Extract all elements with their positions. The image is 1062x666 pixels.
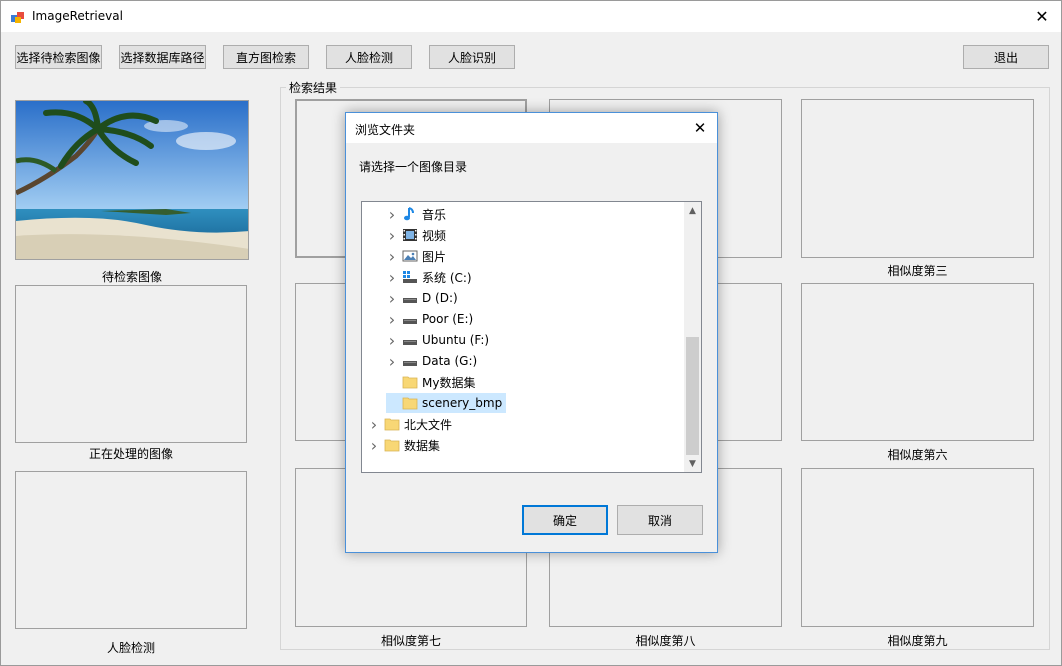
select-query-image-button[interactable]: 选择待检索图像 [15,45,102,69]
tree-item[interactable]: My数据集 [386,372,475,392]
tree-item[interactable]: › 视频 [386,225,446,245]
tree-item-label: 系统 (C:) [422,270,472,285]
tree-item[interactable]: › 系统 (C:) [386,267,472,287]
select-database-path-button[interactable]: 选择数据库路径 [119,45,206,69]
tree-item-label: Data (G:) [422,354,478,368]
tree-item-label: 北大文件 [404,417,453,432]
picture-icon [402,249,418,263]
histogram-retrieval-button[interactable]: 直方图检索 [223,45,309,69]
results-group-title: 检索结果 [286,79,341,96]
chevron-right-icon [386,376,398,388]
tree-item[interactable]: › D (D:) [386,288,458,308]
ok-button[interactable]: 确定 [522,505,608,535]
face-detection-caption: 人脸检测 [106,641,155,655]
scroll-down-icon[interactable]: ▼ [684,455,701,472]
folder-tree[interactable]: › 音乐 › 视频 › 图片 › 系统 (C:) › D (D:) › Poor (E:) › Ubunt… [361,201,702,473]
result-caption-9: 相似度第九 [887,634,948,648]
face-detection-button[interactable]: 人脸检测 [326,45,412,69]
exit-button[interactable]: 退出 [963,45,1049,69]
tree-item[interactable]: › 北大文件 [368,414,452,434]
chevron-right-icon[interactable]: › [386,268,398,287]
system-drive-icon [402,270,418,284]
face-recognition-button[interactable]: 人脸识别 [429,45,515,69]
result-caption-8: 相似度第八 [635,634,696,648]
folder-icon [384,417,400,431]
folder-icon [402,375,418,389]
tree-item[interactable]: › Ubuntu (F:) [386,330,489,350]
drive-icon [402,333,418,347]
dialog-title-bar: 浏览文件夹 ✕ [346,113,717,143]
scroll-thumb[interactable] [686,337,699,455]
result-caption-3: 相似度第三 [887,264,948,278]
cancel-button[interactable]: 取消 [617,505,703,535]
result-frame-6 [801,283,1034,441]
query-image [15,100,249,260]
result-frame-9 [801,468,1034,627]
tree-item[interactable]: › Data (G:) [386,351,477,371]
tree-item-label: Ubuntu (F:) [422,333,490,347]
tree-item-label: scenery_bmp [422,396,503,410]
chevron-right-icon[interactable]: › [368,415,380,434]
tree-item[interactable]: › 数据集 [368,435,440,455]
tree-item-label: 图片 [422,249,447,264]
chevron-right-icon[interactable]: › [386,331,398,350]
chevron-right-icon [386,397,398,409]
dialog-title: 浏览文件夹 [355,123,416,137]
tree-scrollbar[interactable]: ▲ ▼ [684,202,701,472]
tree-item-label: 数据集 [404,438,441,453]
chevron-right-icon[interactable]: › [386,247,398,266]
chevron-right-icon[interactable]: › [386,352,398,371]
chevron-right-icon[interactable]: › [386,205,398,224]
drive-icon [402,291,418,305]
folder-icon [384,438,400,452]
tree-item[interactable]: › 音乐 [386,204,446,224]
chevron-right-icon[interactable]: › [386,226,398,245]
music-icon [402,207,418,221]
result-caption-6: 相似度第六 [887,448,948,462]
tree-item[interactable]: › 图片 [386,246,446,266]
window-title: ImageRetrieval [32,9,123,23]
tree-item-label: Poor (E:) [422,312,474,326]
app-icon [11,12,24,23]
processing-image-frame [15,285,247,443]
main-window: ImageRetrieval ✕ 选择待检索图像 选择数据库路径 直方图检索 人… [0,0,1062,666]
query-image-caption: 待检索图像 [101,270,162,284]
result-frame-3 [801,99,1034,258]
browse-folder-dialog: 浏览文件夹 ✕ 请选择一个图像目录 › 音乐 › 视频 › 图片 › 系统 (C:) › D (D… [345,112,718,553]
tree-item-label: 视频 [422,228,447,243]
title-bar: ImageRetrieval ✕ [1,1,1061,32]
dialog-instruction: 请选择一个图像目录 [359,160,468,174]
dialog-close-icon[interactable]: ✕ [683,113,717,143]
chevron-right-icon[interactable]: › [386,289,398,308]
tree-item[interactable]: scenery_bmp [386,393,507,413]
chevron-right-icon[interactable]: › [386,310,398,329]
chevron-right-icon[interactable]: › [368,436,380,455]
face-detection-frame [15,471,247,629]
scroll-up-icon[interactable]: ▲ [684,202,701,219]
result-caption-7: 相似度第七 [380,634,441,648]
tree-item[interactable]: › Poor (E:) [386,309,473,329]
tree-item-label: My数据集 [422,375,476,390]
drive-icon [402,354,418,368]
close-icon[interactable]: ✕ [1023,1,1061,32]
video-icon [402,228,418,242]
drive-icon [402,312,418,326]
processing-image-caption: 正在处理的图像 [88,447,173,461]
tree-item-label: 音乐 [422,207,447,222]
tree-item-label: D (D:) [422,291,458,305]
beach-palm-picture [16,101,248,259]
folder-icon [402,396,418,410]
